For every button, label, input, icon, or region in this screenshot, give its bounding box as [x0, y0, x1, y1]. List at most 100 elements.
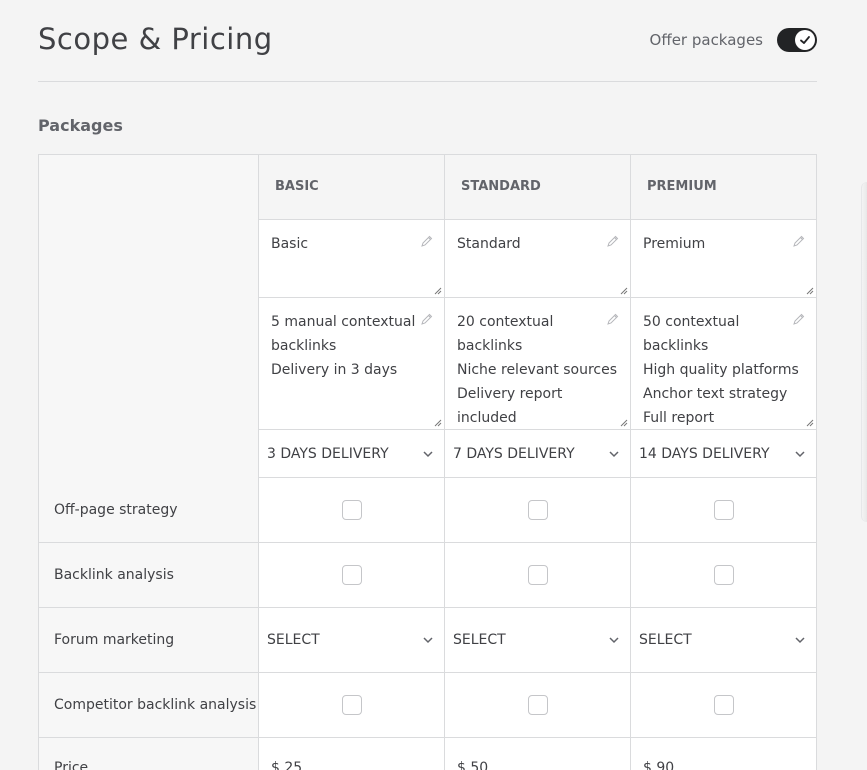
price-value: $ 90 — [643, 760, 675, 770]
checkbox-wrap — [631, 673, 816, 737]
feature-label: Forum marketing — [54, 632, 175, 648]
price-input[interactable]: $ 25 — [259, 738, 445, 770]
package-description-input[interactable]: 50 contextual backlinks High quality pla… — [631, 298, 817, 430]
feature-cell — [259, 673, 445, 738]
description-line: 20 contextual backlinks — [457, 314, 554, 354]
feature-row: Forum marketing SELECT SELECT SELECT — [39, 608, 817, 673]
checkbox-wrap — [259, 543, 444, 607]
blank-cell — [39, 298, 259, 430]
description-line: Anchor text strategy — [643, 386, 788, 402]
checkbox-wrap — [445, 673, 630, 737]
package-name-text: Basic — [271, 236, 309, 252]
checkbox-wrap — [631, 543, 816, 607]
resize-handle-icon[interactable] — [806, 287, 814, 295]
feature-cell: SELECT — [445, 608, 631, 673]
delivery-select[interactable]: 3 DAYS DELIVERY — [259, 430, 444, 477]
chevron-down-icon — [795, 450, 805, 457]
select-value: SELECT — [639, 632, 692, 648]
chevron-down-icon — [609, 450, 619, 457]
checkmark-icon — [795, 30, 815, 50]
price-input[interactable]: $ 90 — [631, 738, 817, 770]
feature-checkbox[interactable] — [527, 695, 548, 715]
feature-cell — [445, 478, 631, 543]
offer-packages-toggle[interactable] — [777, 28, 817, 52]
packages-table: BASIC STANDARD PREMIUM Basic Standard Pr… — [38, 154, 817, 770]
delivery-cell: 3 DAYS DELIVERY — [259, 430, 445, 478]
delivery-row: 3 DAYS DELIVERY 7 DAYS DELIVERY 14 DAYS … — [39, 430, 817, 478]
forum-marketing-select[interactable]: SELECT — [445, 608, 630, 672]
package-description-input[interactable]: 5 manual contextual backlinks Delivery i… — [259, 298, 445, 430]
price-value: $ 25 — [271, 760, 303, 770]
feature-checkbox[interactable] — [527, 565, 548, 585]
delivery-cell: 14 DAYS DELIVERY — [631, 430, 817, 478]
checkbox-wrap — [259, 478, 444, 542]
feature-cell — [631, 673, 817, 738]
resize-handle-icon[interactable] — [620, 419, 628, 427]
feature-label: Competitor backlink analysis — [54, 697, 257, 713]
header: Scope & Pricing Offer packages — [38, 22, 817, 62]
package-description-row: 5 manual contextual backlinks Delivery i… — [39, 298, 817, 430]
blank-cell — [39, 220, 259, 298]
description-line: 50 contextual backlinks — [643, 314, 740, 354]
description-line: 5 manual contextual — [271, 314, 416, 330]
feature-cell — [259, 543, 445, 608]
package-description-input[interactable]: 20 contextual backlinks Niche relevant s… — [445, 298, 631, 430]
feature-label-cell: Backlink analysis — [39, 543, 259, 608]
feature-cell: SELECT — [631, 608, 817, 673]
checkbox-wrap — [445, 478, 630, 542]
delivery-cell: 7 DAYS DELIVERY — [445, 430, 631, 478]
tier-header: STANDARD — [445, 155, 631, 220]
feature-checkbox[interactable] — [713, 695, 734, 715]
checkbox-wrap — [631, 478, 816, 542]
feature-checkbox[interactable] — [341, 695, 362, 715]
feature-label-cell: Off-page strategy — [39, 478, 259, 543]
feature-cell — [445, 673, 631, 738]
forum-marketing-select[interactable]: SELECT — [631, 608, 816, 672]
chevron-down-icon — [795, 637, 805, 644]
package-name-text: Premium — [643, 236, 706, 252]
forum-marketing-select[interactable]: SELECT — [259, 608, 444, 672]
package-name-input[interactable]: Premium — [631, 220, 817, 298]
resize-handle-icon[interactable] — [434, 419, 442, 427]
package-name-input[interactable]: Standard — [445, 220, 631, 298]
feature-cell: SELECT — [259, 608, 445, 673]
resize-handle-icon[interactable] — [806, 419, 814, 427]
price-value: $ 50 — [457, 760, 489, 770]
feature-checkbox[interactable] — [341, 500, 362, 520]
chevron-down-icon — [423, 637, 433, 644]
delivery-select[interactable]: 14 DAYS DELIVERY — [631, 430, 816, 477]
feature-cell — [631, 543, 817, 608]
feature-checkbox[interactable] — [527, 500, 548, 520]
delivery-value: 3 DAYS DELIVERY — [267, 445, 389, 462]
description-line: Delivery in 3 days — [271, 362, 398, 378]
price-label: Price — [54, 760, 89, 770]
select-value: SELECT — [453, 632, 506, 648]
chevron-down-icon — [423, 450, 433, 457]
pencil-icon — [793, 313, 805, 325]
feature-label-cell: Forum marketing — [39, 608, 259, 673]
checkbox-wrap — [259, 673, 444, 737]
feature-checkbox[interactable] — [341, 565, 362, 585]
side-panel-edge — [861, 182, 867, 522]
delivery-select[interactable]: 7 DAYS DELIVERY — [445, 430, 630, 477]
feature-cell — [631, 478, 817, 543]
resize-handle-icon[interactable] — [434, 287, 442, 295]
feature-cell — [445, 543, 631, 608]
price-row: Price $ 25 $ 50 $ 90 — [39, 738, 817, 770]
feature-label: Off-page strategy — [54, 502, 178, 518]
package-name-text: Standard — [457, 236, 521, 252]
blank-cell — [39, 430, 259, 478]
feature-checkbox[interactable] — [713, 565, 734, 585]
section-title: Packages — [38, 116, 123, 135]
description-line: Full report — [643, 410, 715, 426]
delivery-value: 7 DAYS DELIVERY — [453, 445, 575, 462]
package-name-row: Basic Standard Premium — [39, 220, 817, 298]
feature-checkbox[interactable] — [713, 500, 734, 520]
pencil-icon — [607, 313, 619, 325]
resize-handle-icon[interactable] — [620, 287, 628, 295]
price-input[interactable]: $ 50 — [445, 738, 631, 770]
description-line: included — [457, 410, 517, 426]
feature-cell — [259, 478, 445, 543]
page-title: Scope & Pricing — [38, 22, 273, 56]
package-name-input[interactable]: Basic — [259, 220, 445, 298]
